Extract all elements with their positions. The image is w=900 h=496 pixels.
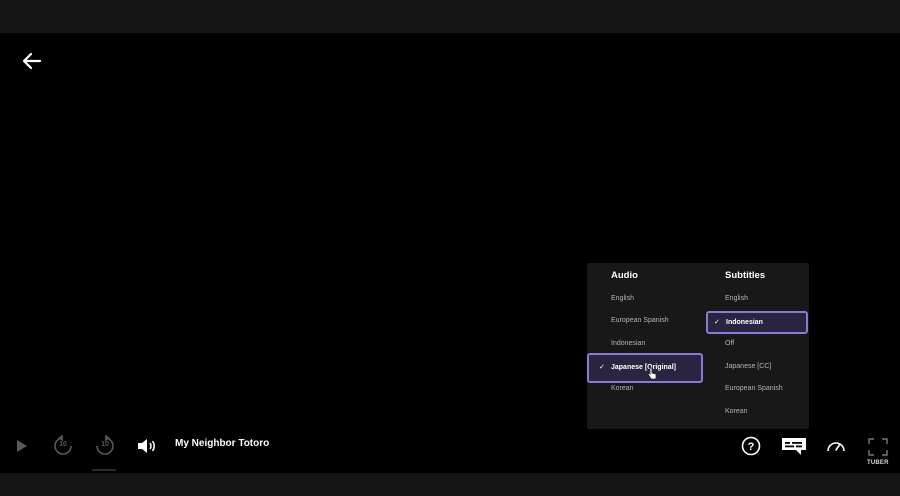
audio-subtitles-panel: Audio Subtitles English European Spanish… [587,263,809,429]
audio-option-label: European Spanish [611,317,669,324]
audio-option-label: Japanese [Original] [611,364,676,371]
speed-icon[interactable] [826,438,846,459]
svg-text:?: ? [748,441,755,453]
video-title: My Neighbor Totoro [175,438,270,449]
progress-marker [92,469,116,471]
subtitle-option-label: Japanese [CC] [725,363,772,370]
hand-cursor-icon [647,367,657,380]
bottom-bar [0,473,900,496]
audio-option-label: English [611,295,634,302]
play-icon[interactable] [14,439,28,458]
subtitle-option-english[interactable]: English [725,289,748,309]
audio-option-korean[interactable]: Korean [611,379,634,399]
audio-option-european-spanish[interactable]: European Spanish [611,311,669,331]
check-icon: ✓ [714,319,720,326]
subtitle-option-label: Off [725,340,735,347]
subtitle-option-korean[interactable]: Korean [725,402,748,422]
subtitle-option-japanese-cc[interactable]: Japanese [CC] [725,357,771,377]
rewind-10-icon[interactable]: 10 [52,434,74,457]
top-bar [0,0,900,33]
subtitles-icon[interactable] [781,437,807,462]
subtitle-option-label: Indonesian [726,319,763,326]
watermark: TUBER [867,460,889,466]
audio-option-label: Korean [611,385,634,392]
audio-option-label: Indonesian [611,340,646,347]
forward-seconds-label: 10 [101,441,109,448]
subtitle-option-label: Korean [725,408,748,415]
subtitle-option-indonesian[interactable]: ✓ Indonesian [706,311,808,334]
rewind-seconds-label: 10 [59,441,67,448]
audio-option-english[interactable]: English [611,289,634,309]
subtitle-option-label: English [725,295,748,302]
subtitle-option-label: European Spanish [725,385,783,392]
fullscreen-icon[interactable] [868,438,888,461]
volume-icon[interactable] [137,437,157,460]
check-icon: ✓ [599,364,605,371]
subtitle-option-european-spanish[interactable]: European Spanish [725,379,783,399]
audio-title: Audio [611,270,638,281]
subtitles-title: Subtitles [725,270,766,281]
forward-10-icon[interactable]: 10 [94,434,116,457]
help-icon[interactable]: ? [741,436,761,461]
audio-option-indonesian[interactable]: Indonesian [611,334,645,354]
subtitle-option-off[interactable]: Off [725,334,734,354]
back-arrow-icon[interactable] [20,49,44,73]
audio-option-japanese-original[interactable]: ✓ Japanese [Original] [587,353,703,383]
